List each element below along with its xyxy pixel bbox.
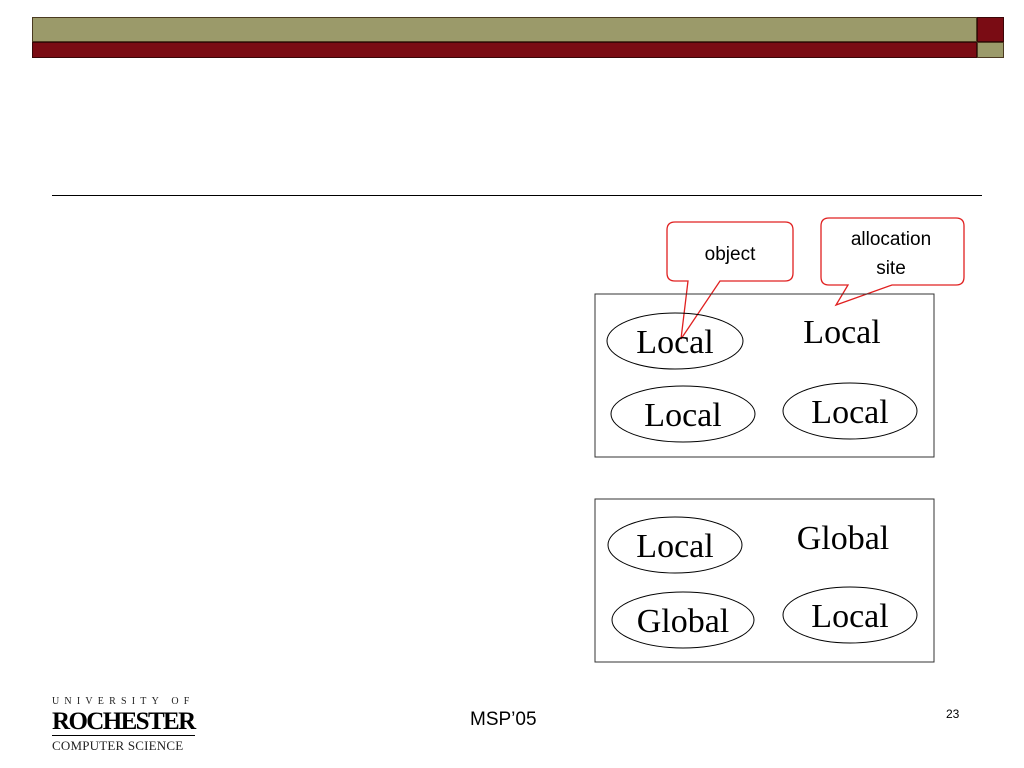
box-top-ellipse-1-text: Local (636, 324, 713, 361)
box-bottom-ellipse-1-text: Local (636, 528, 713, 565)
box-top-ellipse-2-text: Local (644, 397, 721, 434)
callout-allocation-line2: site (876, 258, 906, 279)
rochester-logo: UNIVERSITY OF ROCHESTER COMPUTER SCIENCE (52, 696, 222, 754)
callout-object-shape (666, 221, 794, 340)
callout-object-text: object (705, 244, 756, 265)
box-bottom-ellipse-2-text: Global (637, 603, 730, 640)
box-top-plain-label: Local (803, 314, 880, 351)
callout-allocation-line1: allocation (851, 229, 931, 250)
box-bottom: Local Global Global Local (594, 498, 935, 663)
slide-number: 23 (946, 707, 960, 721)
logo-main-text: ROCHESTER (52, 708, 196, 736)
box-top-ellipse-3-text: Local (811, 394, 888, 431)
callout-allocation-site: allocation site (820, 217, 965, 307)
logo-bottom-text: COMPUTER SCIENCE (52, 738, 184, 753)
box-top: Local Local Local Local (594, 293, 935, 458)
callout-object: object (666, 221, 794, 340)
box-bottom-plain-label: Global (797, 520, 890, 557)
box-bottom-ellipse-3-text: Local (811, 598, 888, 635)
diagram: object allocation site Local Local Local… (594, 217, 965, 663)
logo-top-text: UNIVERSITY OF (52, 696, 195, 707)
footer-center-text: MSP’05 (470, 709, 537, 730)
